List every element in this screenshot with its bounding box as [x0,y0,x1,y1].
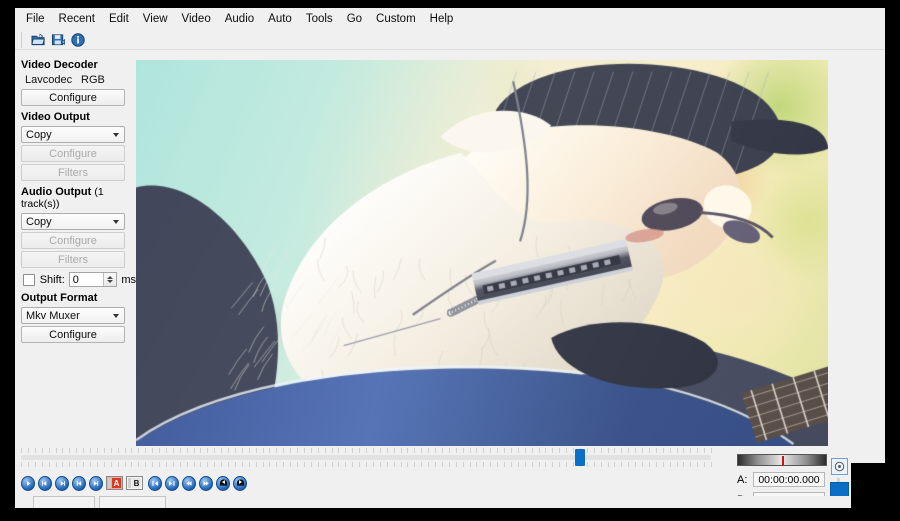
menu-item-tools[interactable]: Tools [299,11,340,27]
toolbar [15,30,885,50]
audio-output-title: Audio Output [21,186,91,198]
jog-position-marker [782,456,784,466]
output-format-selected-value: Mkv Muxer [26,310,80,322]
status-panel-left [33,496,95,508]
marker-a-time-field[interactable]: 00:00:00.000 [753,472,825,487]
next-keyframe-button[interactable] [199,476,213,490]
stepper-arrows-icon[interactable] [103,273,116,286]
audio-output-selected-value: Copy [26,216,52,228]
audio-shift-label: Shift: [40,274,65,286]
toolbar-grip [21,32,24,48]
menu-bar: File Recent Edit View Video Audio Auto T… [15,8,885,30]
video-decoder-colorspace: RGB [81,74,105,86]
avidemux-window: File Recent Edit View Video Audio Auto T… [15,8,885,508]
output-format-select[interactable]: Mkv Muxer [21,307,125,324]
status-panel-right [99,496,166,508]
info-icon[interactable] [69,31,87,48]
chevron-down-icon [113,314,119,318]
forward-button[interactable] [55,476,69,490]
next-frame-button[interactable] [89,476,103,490]
video-output-configure-button[interactable]: Configure [21,145,125,162]
video-decoder-heading: Video Decoder [21,59,136,71]
marker-a-button[interactable]: A [106,476,123,490]
video-output-heading: Video Output [21,111,136,123]
video-output-select[interactable]: Copy [21,126,125,143]
previous-frame-button[interactable] [72,476,86,490]
marker-a-glyph: A [112,478,121,488]
menu-item-video[interactable]: Video [175,11,218,27]
menu-item-recent[interactable]: Recent [52,11,102,27]
next-black-frame-button[interactable] [233,476,247,490]
menu-item-view[interactable]: View [136,11,175,27]
video-decoder-info: Lavcodec RGB [25,74,136,86]
timeline-handle[interactable] [575,449,585,466]
previous-keyframe-button[interactable] [182,476,196,490]
menu-item-file[interactable]: File [19,11,52,27]
audio-output-select[interactable]: Copy [21,213,125,230]
transport-controls: A B [15,472,733,494]
audio-output-filters-button[interactable]: Filters [21,251,125,268]
menu-item-auto[interactable]: Auto [261,11,299,27]
chevron-down-icon [113,133,119,137]
video-preview[interactable] [136,60,828,446]
video-preview-area [136,51,885,446]
video-output-filters-button[interactable]: Filters [21,164,125,181]
marker-a-label: A: [737,474,753,486]
jog-shuttle-control[interactable] [737,454,827,466]
marker-b-glyph: B [132,478,141,488]
volume-icon[interactable] [831,458,848,475]
marker-a-row: A: 00:00:00.000 [737,472,825,487]
settings-sidebar: Video Decoder Lavcodec RGB Configure Vid… [15,51,136,446]
screen-black-region [851,463,900,521]
menu-item-edit[interactable]: Edit [102,11,136,27]
timeline-ticks-top [21,448,711,454]
video-output-selected-value: Copy [26,129,52,141]
video-decoder-codec: Lavcodec [25,74,81,86]
timeline-ticks-bottom [21,462,711,468]
go-to-marker-a-button[interactable] [148,476,162,490]
output-format-configure-button[interactable]: Configure [21,326,125,343]
previous-black-frame-button[interactable] [216,476,230,490]
window-frame: File Recent Edit View Video Audio Auto T… [0,0,900,521]
menu-item-custom[interactable]: Custom [369,11,423,27]
go-to-marker-b-button[interactable] [165,476,179,490]
audio-shift-row: Shift: 0 ms [23,272,136,287]
timeline-track[interactable] [21,455,711,460]
rewind-button[interactable] [38,476,52,490]
marker-b-button[interactable]: B [126,476,143,490]
status-bar [15,496,885,508]
volume-slider-handle[interactable] [830,482,849,497]
audio-shift-checkbox[interactable] [23,274,35,286]
output-format-heading: Output Format [21,292,136,304]
audio-shift-stepper[interactable]: 0 [69,272,118,287]
save-file-icon[interactable] [49,31,67,48]
play-button[interactable] [21,476,35,490]
open-file-icon[interactable] [29,31,47,48]
audio-shift-unit: ms [121,274,136,286]
video-decoder-configure-button[interactable]: Configure [21,89,125,106]
audio-shift-value: 0 [73,274,79,286]
menu-item-help[interactable]: Help [423,11,461,27]
menu-item-audio[interactable]: Audio [218,11,261,27]
audio-output-configure-button[interactable]: Configure [21,232,125,249]
audio-output-heading: Audio Output (1 track(s)) [21,186,136,210]
menu-item-go[interactable]: Go [340,11,369,27]
chevron-down-icon [113,220,119,224]
